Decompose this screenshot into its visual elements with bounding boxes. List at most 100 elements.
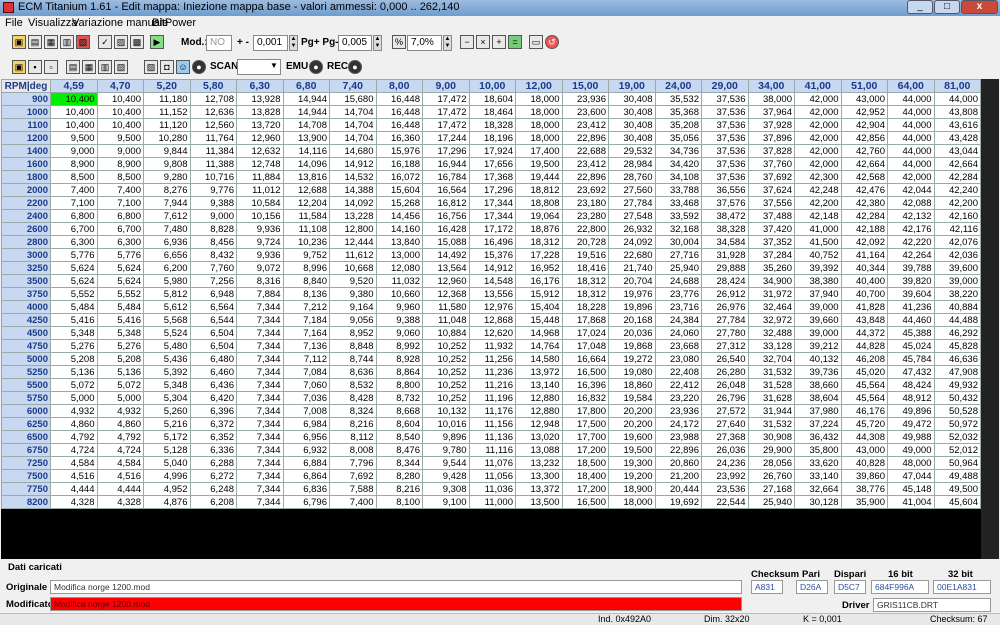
table-cell[interactable]: 5,776 (96, 248, 144, 262)
column-header[interactable]: 15,00 (561, 79, 609, 93)
table-cell[interactable]: 16,952 (515, 261, 563, 275)
row-header-rpm[interactable]: 3750 (1, 287, 51, 301)
table-cell[interactable]: 50,528 (933, 404, 981, 418)
table-cell[interactable]: 6,288 (189, 456, 237, 470)
table-cell[interactable]: 8,216 (329, 417, 377, 431)
table-cell[interactable]: 13,000 (375, 248, 423, 262)
table-cell[interactable]: 4,724 (50, 443, 98, 457)
table-cell[interactable]: 38,220 (933, 287, 981, 301)
table-cell[interactable]: 26,932 (608, 222, 656, 236)
table-cell[interactable]: 10,660 (375, 287, 423, 301)
table-cell[interactable]: 22,412 (654, 378, 702, 392)
table-cell[interactable]: 17,500 (561, 417, 609, 431)
table-cell[interactable]: 47,432 (887, 365, 935, 379)
table-cell[interactable]: 5,552 (50, 287, 98, 301)
undo-icon[interactable]: ↺ (545, 35, 559, 49)
table-cell[interactable]: 5,128 (143, 443, 191, 457)
table-cell[interactable]: 44,828 (840, 339, 888, 353)
table-cell[interactable]: 17,228 (515, 248, 563, 262)
table-cell[interactable]: 18,228 (561, 300, 609, 314)
table-cell[interactable]: 11,032 (375, 274, 423, 288)
row-header-rpm[interactable]: 1100 (1, 118, 51, 132)
table-cell[interactable]: 16,500 (561, 365, 609, 379)
copy-icon[interactable]: ▭ (529, 35, 543, 49)
table-cell[interactable]: 18,808 (515, 196, 563, 210)
table-cell[interactable]: 7,060 (282, 378, 330, 392)
table-cell[interactable]: 4,444 (96, 482, 144, 496)
table-cell[interactable]: 34,736 (654, 144, 702, 158)
table-cell[interactable]: 6,200 (143, 261, 191, 275)
table-cell[interactable]: 38,000 (747, 92, 795, 106)
table-cell[interactable]: 14,116 (282, 144, 330, 158)
table-cell[interactable]: 26,280 (701, 365, 749, 379)
table-cell[interactable]: 39,600 (933, 261, 981, 275)
table-cell[interactable]: 44,460 (887, 313, 935, 327)
table-cell[interactable]: 16,496 (468, 235, 516, 249)
table-cell[interactable]: 42,132 (887, 209, 935, 223)
table-cell[interactable]: 8,324 (329, 404, 377, 418)
table-cell[interactable]: 18,000 (515, 131, 563, 145)
table-cell[interactable]: 12,960 (422, 274, 470, 288)
table-cell[interactable]: 15,404 (515, 300, 563, 314)
table-cell[interactable]: 4,860 (96, 417, 144, 431)
table-cell[interactable]: 20,200 (608, 417, 656, 431)
table-cell[interactable]: 31,532 (747, 365, 795, 379)
calendar-icon[interactable]: ▨ (114, 35, 128, 49)
table-cell[interactable]: 8,952 (329, 326, 377, 340)
table-cell[interactable]: 42,568 (840, 170, 888, 184)
table-cell[interactable]: 15,604 (375, 183, 423, 197)
view-2d-icon[interactable]: ▤ (66, 60, 80, 74)
table-cell[interactable]: 19,064 (515, 209, 563, 223)
table-cell[interactable]: 18,000 (515, 118, 563, 132)
table-cell[interactable]: 12,948 (515, 417, 563, 431)
set-icon[interactable]: = (508, 35, 522, 49)
table-cell[interactable]: 4,516 (50, 469, 98, 483)
table-cell[interactable]: 43,000 (840, 443, 888, 457)
table-cell[interactable]: 17,344 (468, 209, 516, 223)
table-cell[interactable]: 9,780 (422, 443, 470, 457)
table-cell[interactable]: 7,344 (236, 456, 284, 470)
table-cell[interactable]: 5,348 (50, 326, 98, 340)
table-cell[interactable]: 49,896 (887, 404, 935, 418)
table-cell[interactable]: 11,048 (422, 313, 470, 327)
column-header[interactable]: 7,40 (329, 79, 377, 93)
table-cell[interactable]: 7,112 (282, 352, 330, 366)
table-cell[interactable]: 14,532 (329, 170, 377, 184)
table-cell[interactable]: 5,276 (50, 339, 98, 353)
table-cell[interactable]: 12,636 (189, 105, 237, 119)
table-cell[interactable]: 27,640 (701, 417, 749, 431)
table-cell[interactable]: 9,776 (189, 183, 237, 197)
table-cell[interactable]: 42,000 (794, 144, 842, 158)
table-cell[interactable]: 14,708 (282, 118, 330, 132)
table-cell[interactable]: 42,664 (933, 157, 981, 171)
table-cell[interactable]: 30,908 (747, 430, 795, 444)
table-cell[interactable]: 13,232 (515, 456, 563, 470)
table-cell[interactable]: 24,688 (654, 274, 702, 288)
table-cell[interactable]: 8,848 (329, 339, 377, 353)
table-cell[interactable]: 25,940 (747, 495, 795, 509)
table-cell[interactable]: 4,584 (50, 456, 98, 470)
table-cell[interactable]: 47,908 (933, 365, 981, 379)
table-cell[interactable]: 38,472 (701, 209, 749, 223)
table-cell[interactable]: 33,128 (747, 339, 795, 353)
table-cell[interactable]: 10,252 (422, 391, 470, 405)
table-cell[interactable]: 7,212 (282, 300, 330, 314)
table-cell[interactable]: 10,400 (96, 92, 144, 106)
table-cell[interactable]: 10,584 (236, 196, 284, 210)
table-cell[interactable]: 40,884 (933, 300, 981, 314)
table-cell[interactable]: 23,992 (701, 469, 749, 483)
mod-field[interactable]: NO (206, 35, 232, 51)
table-cell[interactable]: 44,000 (887, 92, 935, 106)
table-cell[interactable]: 4,584 (96, 456, 144, 470)
table-cell[interactable]: 7,612 (143, 209, 191, 223)
table-cell[interactable]: 42,240 (933, 183, 981, 197)
save-icon[interactable]: ▪ (28, 60, 42, 74)
table-cell[interactable]: 11,136 (468, 430, 516, 444)
row-header-rpm[interactable]: 4750 (1, 339, 51, 353)
column-header[interactable]: 4,70 (96, 79, 144, 93)
table-cell[interactable]: 41,236 (887, 300, 935, 314)
table-cell[interactable]: 6,504 (189, 326, 237, 340)
percent-spinner[interactable]: ▲ ▼ (443, 35, 452, 51)
table-cell[interactable]: 33,788 (654, 183, 702, 197)
table-cell[interactable]: 39,736 (794, 365, 842, 379)
